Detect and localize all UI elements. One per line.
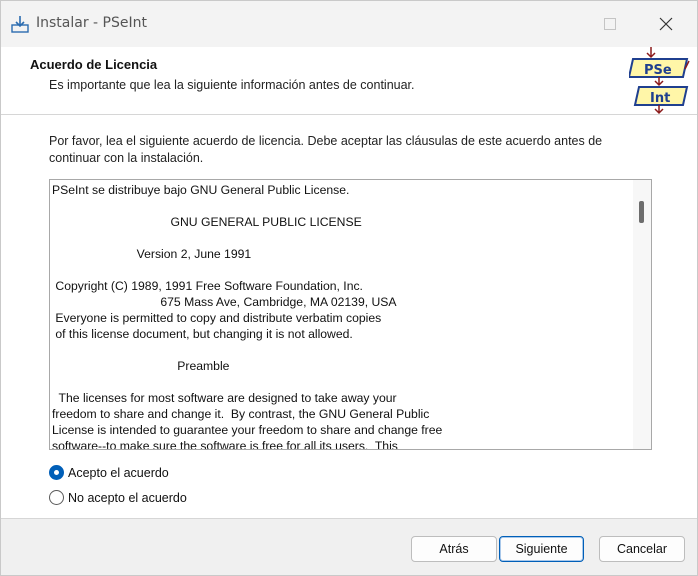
license-line: software--to make sure the software is f… [52, 439, 398, 450]
decline-option[interactable]: No acepto el acuerdo [49, 490, 187, 505]
license-line: of this license document, but changing i… [52, 327, 353, 341]
license-line: License is intended to guarantee your fr… [52, 423, 443, 437]
pseint-logo: PSe Int [629, 47, 690, 115]
wizard-body: Por favor, lea el siguiente acuerdo de l… [1, 115, 697, 518]
installer-window: Instalar - PSeInt Acuerdo de Licencia Es… [0, 0, 698, 576]
logo-top-label: PSe [644, 63, 672, 78]
license-line: GNU GENERAL PUBLIC LICENSE [52, 215, 362, 229]
license-line: The licenses for most software are desig… [52, 391, 397, 405]
accept-option[interactable]: Acepto el acuerdo [49, 465, 169, 480]
logo-bottom-label: Int [650, 91, 670, 106]
page-subtitle: Es importante que lea la siguiente infor… [49, 78, 415, 92]
license-line [52, 342, 632, 358]
close-icon [659, 17, 673, 31]
wizard-footer: Atrás Siguiente Cancelar [1, 519, 697, 575]
license-line [52, 230, 632, 246]
decline-label[interactable]: No acepto el acuerdo [68, 491, 187, 505]
installer-download-icon [11, 16, 29, 33]
license-text: PSeInt se distribuye bajo GNU General Pu… [52, 182, 632, 450]
next-button[interactable]: Siguiente [499, 536, 584, 562]
license-line: Everyone is permitted to copy and distri… [52, 311, 382, 325]
title-bar: Instalar - PSeInt [1, 1, 697, 47]
cancel-button[interactable]: Cancelar [599, 536, 685, 562]
window-title: Instalar - PSeInt [36, 15, 147, 31]
license-line: Copyright (C) 1989, 1991 Free Software F… [52, 279, 363, 293]
license-line: freedom to share and change it. By contr… [52, 407, 430, 421]
license-scrollbar[interactable] [633, 180, 651, 449]
license-line [52, 198, 632, 214]
license-line: Preamble [52, 359, 230, 373]
license-line: 675 Mass Ave, Cambridge, MA 02139, USA [52, 295, 397, 309]
license-instructions: Por favor, lea el siguiente acuerdo de l… [49, 134, 603, 165]
decline-radio[interactable] [49, 490, 64, 505]
back-button[interactable]: Atrás [411, 536, 497, 562]
license-line: Version 2, June 1991 [52, 247, 252, 261]
wizard-header: Acuerdo de Licencia Es importante que le… [1, 47, 697, 115]
maximize-icon [604, 18, 616, 30]
license-line [52, 262, 632, 278]
page-title: Acuerdo de Licencia [30, 57, 158, 72]
minimize-button[interactable] [541, 1, 587, 47]
license-textbox[interactable]: PSeInt se distribuye bajo GNU General Pu… [49, 179, 652, 450]
maximize-button[interactable] [587, 1, 633, 47]
license-line [52, 374, 632, 390]
license-line: PSeInt se distribuye bajo GNU General Pu… [52, 183, 350, 197]
scrollbar-thumb[interactable] [639, 201, 644, 223]
accept-radio[interactable] [49, 465, 64, 480]
accept-label[interactable]: Acepto el acuerdo [68, 466, 169, 480]
close-button[interactable] [643, 1, 689, 47]
